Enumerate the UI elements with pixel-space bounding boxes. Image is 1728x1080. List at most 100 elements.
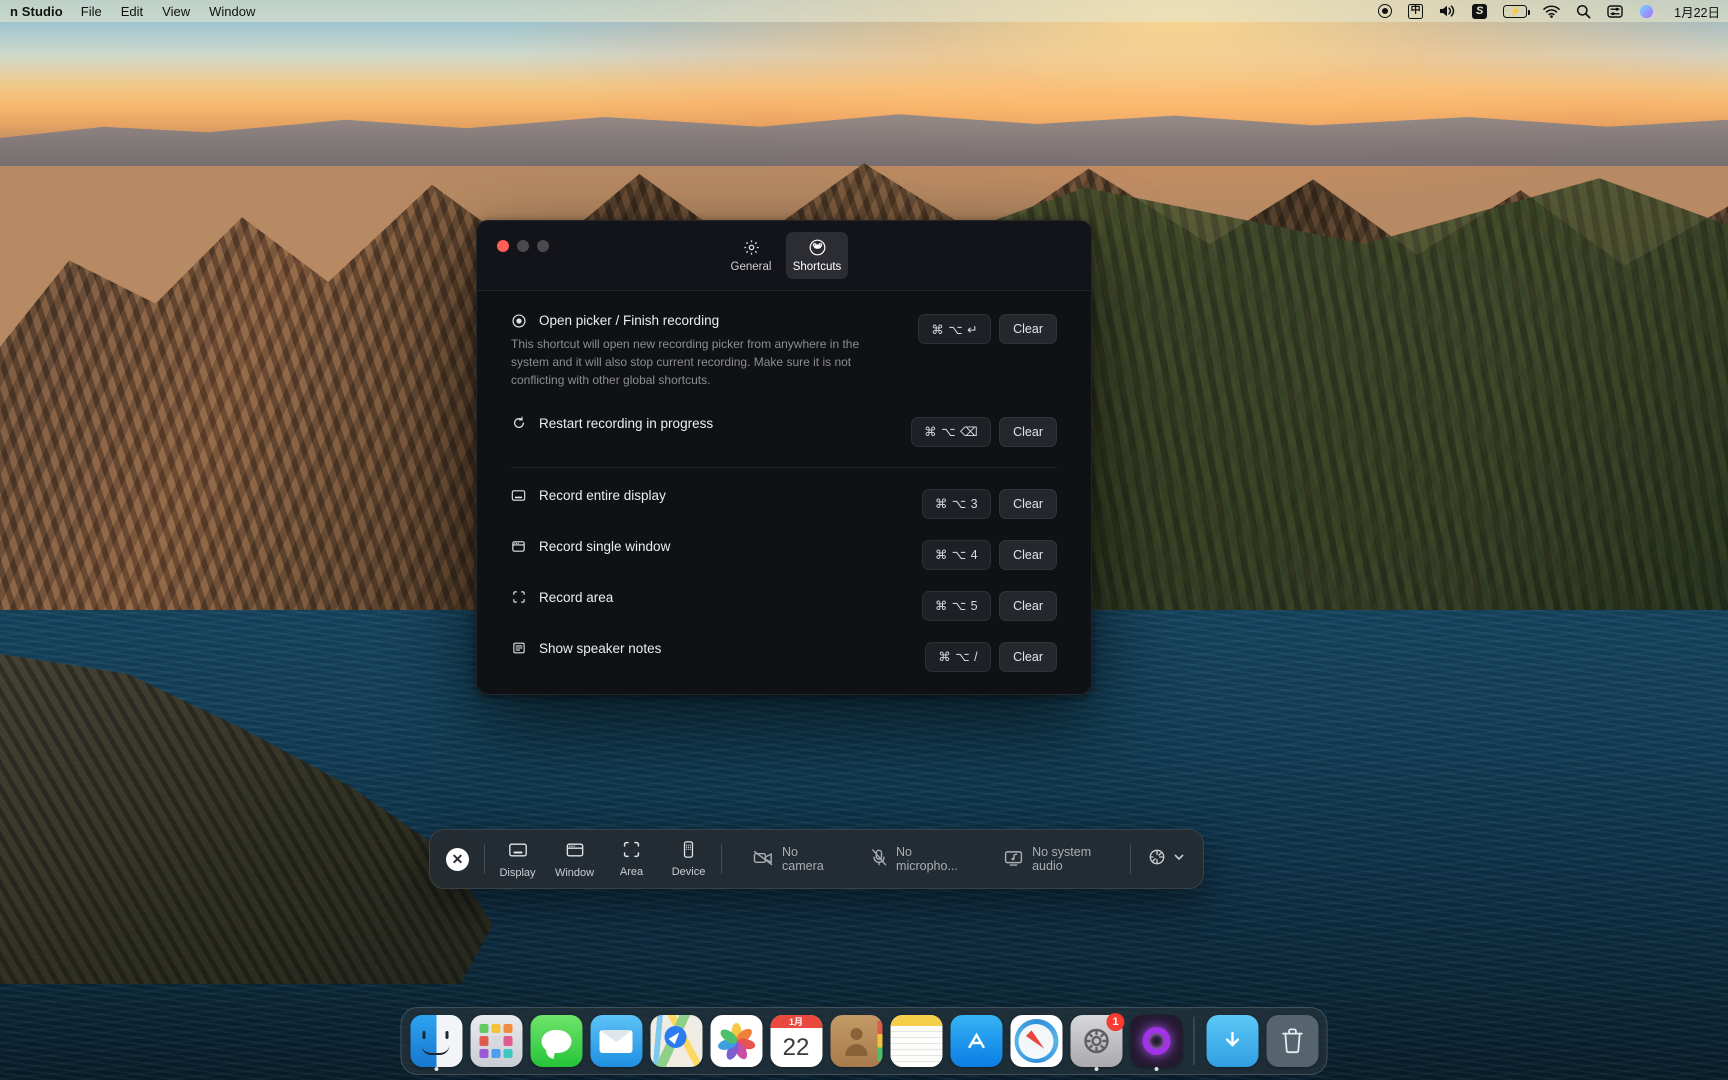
- display-icon: [511, 488, 526, 503]
- shortcut-keys-badge[interactable]: ⌘ ⌥ ↵: [918, 314, 991, 344]
- app-store-icon: [950, 1015, 1002, 1067]
- source-window-button[interactable]: Window: [547, 836, 602, 882]
- system-preferences-badge: 1: [1107, 1013, 1125, 1031]
- maps-icon: [650, 1015, 702, 1067]
- shortcut-keys-badge[interactable]: ⌘ ⌥ ⌫: [911, 417, 991, 447]
- running-indicator: [1094, 1067, 1098, 1071]
- clear-shortcut-button[interactable]: Clear: [999, 314, 1057, 344]
- clear-shortcut-button[interactable]: Clear: [999, 489, 1057, 519]
- menubar-datetime[interactable]: 1月22日: [1674, 2, 1720, 21]
- shortcut-row-record-window: Record single window ⌘ ⌥ 4 Clear: [511, 539, 1057, 570]
- settings-window: General Shortcuts: [476, 220, 1092, 695]
- mail-icon: [590, 1015, 642, 1067]
- menubar-status-area: 中 S ⚡ 1月22日: [1378, 2, 1720, 21]
- dock-item-app-store[interactable]: [949, 1015, 1004, 1067]
- camera-selector[interactable]: No camera: [740, 845, 850, 873]
- source-device-label: Device: [672, 866, 706, 878]
- shortcut-description: This shortcut will open new recording pi…: [511, 335, 900, 390]
- traffic-lights: [497, 240, 549, 252]
- clear-shortcut-button[interactable]: Clear: [999, 540, 1057, 570]
- source-area-button[interactable]: Area: [604, 836, 659, 882]
- search-icon[interactable]: [1576, 4, 1591, 19]
- distant-ridge: [0, 96, 1728, 166]
- camera-label: No camera: [782, 845, 837, 873]
- shortcut-keys-badge[interactable]: ⌘ ⌥ 3: [922, 489, 991, 519]
- source-display-button[interactable]: Display: [490, 836, 545, 882]
- menubar-app-name[interactable]: n Studio: [10, 4, 63, 19]
- recorder-settings-button[interactable]: [1131, 847, 1203, 872]
- finder-icon: [410, 1015, 462, 1067]
- shortcut-row-record-area: Record area ⌘ ⌥ 5 Clear: [511, 590, 1057, 621]
- battery-charging-icon[interactable]: ⚡: [1503, 5, 1527, 18]
- clear-shortcut-button[interactable]: Clear: [999, 642, 1057, 672]
- shortcut-title-wrap: Record entire display: [511, 488, 904, 503]
- camera-off-icon: [753, 850, 773, 869]
- dock-item-notes[interactable]: [889, 1015, 944, 1067]
- record-dot-icon[interactable]: [1378, 4, 1392, 18]
- minimize-window-button[interactable]: [517, 240, 529, 252]
- tab-shortcuts[interactable]: Shortcuts: [786, 232, 848, 279]
- zoom-window-button[interactable]: [537, 240, 549, 252]
- microphone-selector[interactable]: No micropho...: [858, 845, 983, 873]
- recording-toolbar: ✕ Display Window: [429, 829, 1204, 889]
- dock-item-messages[interactable]: [529, 1015, 584, 1067]
- tab-general[interactable]: General: [720, 232, 782, 279]
- shortcut-controls: ⌘ ⌥ ↵ Clear: [918, 313, 1057, 344]
- dock-item-contacts[interactable]: [829, 1015, 884, 1067]
- shortcut-keys-badge[interactable]: ⌘ ⌥ /: [925, 642, 991, 672]
- dock-item-finder[interactable]: [409, 1015, 464, 1067]
- gear-icon: [743, 239, 760, 256]
- window-titlebar: General Shortcuts: [477, 221, 1091, 291]
- dock-item-trash[interactable]: [1265, 1015, 1320, 1067]
- dock-item-launchpad[interactable]: [469, 1015, 524, 1067]
- tab-shortcuts-label: Shortcuts: [793, 261, 842, 273]
- dock-item-photos[interactable]: [709, 1015, 764, 1067]
- speaker-notes-icon: [511, 641, 526, 655]
- dock-item-screen-studio[interactable]: [1129, 1015, 1184, 1067]
- siri-icon[interactable]: [1639, 4, 1654, 19]
- gear-icon: [1147, 847, 1167, 872]
- microphone-label: No micropho...: [896, 845, 970, 873]
- menubar-item-view[interactable]: View: [162, 4, 190, 19]
- dock-item-maps[interactable]: [649, 1015, 704, 1067]
- clear-shortcut-button[interactable]: Clear: [999, 591, 1057, 621]
- shortcut-keys-badge[interactable]: ⌘ ⌥ 5: [922, 591, 991, 621]
- system-audio-selector[interactable]: No system audio: [991, 845, 1130, 873]
- shortcut-row-record-display: Record entire display ⌘ ⌥ 3 Clear: [511, 488, 1057, 519]
- shortcut-title: Show speaker notes: [539, 641, 661, 656]
- source-display-label: Display: [499, 867, 535, 879]
- screenstudio-icon[interactable]: S: [1472, 4, 1487, 19]
- calendar-day: 22: [783, 1028, 810, 1067]
- record-circle-icon: [511, 314, 526, 328]
- clear-shortcut-button[interactable]: Clear: [999, 417, 1057, 447]
- close-recorder-button[interactable]: ✕: [446, 848, 469, 871]
- shortcut-title: Restart recording in progress: [539, 416, 713, 431]
- settings-tabs: General Shortcuts: [720, 232, 848, 279]
- shortcut-row-info: Record area: [511, 590, 922, 605]
- running-indicator: [1154, 1067, 1158, 1071]
- window-icon: [565, 840, 585, 863]
- shortcut-keys-badge[interactable]: ⌘ ⌥ 4: [922, 540, 991, 570]
- area-icon: [622, 840, 641, 862]
- close-window-button[interactable]: [497, 240, 509, 252]
- notes-icon: [890, 1015, 942, 1067]
- control-center-icon[interactable]: [1607, 5, 1623, 18]
- input-source-chinese-icon[interactable]: 中: [1408, 4, 1423, 19]
- shortcut-row-info: Record entire display: [511, 488, 922, 503]
- wifi-icon[interactable]: [1543, 5, 1560, 18]
- microphone-off-icon: [871, 849, 887, 869]
- source-device-button[interactable]: Device: [661, 836, 716, 882]
- dock-item-safari[interactable]: [1009, 1015, 1064, 1067]
- menubar-item-file[interactable]: File: [81, 4, 102, 19]
- shortcut-row-info: Show speaker notes: [511, 641, 925, 656]
- menubar-item-window[interactable]: Window: [209, 4, 255, 19]
- dock-item-system-preferences[interactable]: 1: [1069, 1015, 1124, 1067]
- dock-item-mail[interactable]: [589, 1015, 644, 1067]
- shortcuts-list: Open picker / Finish recording This shor…: [477, 291, 1091, 672]
- dock-item-calendar[interactable]: 1月 22: [769, 1015, 824, 1067]
- dock-item-downloads[interactable]: [1205, 1015, 1260, 1067]
- menubar-item-edit[interactable]: Edit: [121, 4, 143, 19]
- row-gap: [511, 570, 1057, 590]
- volume-icon[interactable]: [1439, 4, 1456, 18]
- shortcut-title-wrap: Record single window: [511, 539, 904, 554]
